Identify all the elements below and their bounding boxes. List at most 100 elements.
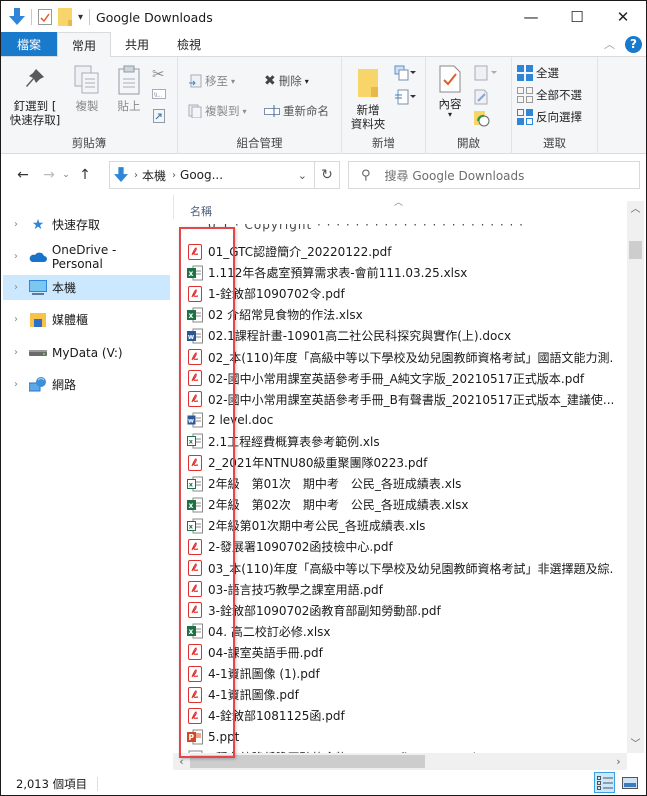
file-row[interactable]: 4-1資訊圖像.pdf	[187, 684, 299, 705]
nav-item-mydata-drive[interactable]: › MyData (V:)	[3, 340, 170, 365]
status-bar: 2,013 個項目	[1, 772, 646, 795]
breadcrumb-separator-icon: ›	[134, 169, 138, 181]
new-folder-button[interactable]: 新增 資料夾	[348, 69, 388, 131]
up-arrow-icon[interactable]: ↑	[75, 167, 95, 183]
history-icon[interactable]	[474, 111, 490, 127]
pdf-file-icon	[187, 538, 203, 555]
new-item-icon[interactable]	[394, 65, 416, 81]
easy-access-icon[interactable]	[394, 89, 416, 105]
file-row[interactable]: 2-發展署1090702函技檢中心.pdf	[187, 536, 393, 557]
file-row[interactable]: x 2年級第01次期中考公民_各班成績表.xls	[187, 515, 425, 536]
large-icons-view-button[interactable]	[619, 772, 640, 793]
paste-button[interactable]: 貼上	[111, 65, 147, 113]
back-arrow-icon[interactable]: ←	[13, 167, 33, 183]
tab-view[interactable]: 檢視	[163, 32, 215, 56]
file-row[interactable]: 4-銓敘部1081125函.pdf	[187, 705, 345, 726]
scroll-up-icon[interactable]: ︿	[627, 201, 644, 218]
download-arrow-icon[interactable]	[9, 8, 25, 26]
file-row[interactable]: 02_本(110)年度「高級中等以下學校及幼兒園教師資格考試」國語文能力測...	[187, 347, 613, 368]
vertical-scroll-thumb[interactable]	[629, 241, 642, 259]
scroll-right-icon[interactable]: ›	[610, 753, 627, 770]
file-row[interactable]: w 2 level.doc	[187, 410, 273, 431]
file-row[interactable]: 01_GTC認證簡介_20220122.pdf	[187, 241, 392, 262]
file-row[interactable]: x 02 介紹常見食物的作法.xlsx	[187, 304, 363, 325]
pdf-file-icon	[187, 665, 203, 682]
edit-icon[interactable]	[474, 89, 488, 105]
select-all-button[interactable]: 全選	[517, 65, 559, 81]
move-to-button[interactable]: 移至 ▾	[188, 73, 235, 89]
breadcrumb-google-downloads[interactable]: Goog...	[180, 168, 223, 182]
nav-item-quick-access[interactable]: › ★ 快速存取	[3, 212, 170, 237]
nav-item-this-pc[interactable]: › 本機	[3, 275, 170, 300]
new-folder-icon[interactable]	[58, 8, 72, 26]
properties-button[interactable]: 內容 ▾	[434, 65, 466, 119]
scroll-down-icon[interactable]: ﹀	[627, 736, 644, 753]
file-row[interactable]: 4-1資訊圖像 (1).pdf	[187, 663, 320, 684]
refresh-icon[interactable]: ↻	[314, 162, 339, 188]
file-row[interactable]: 03_本(110)年度「高級中等以下學校及幼兒園教師資格考試」非選擇題及綜...	[187, 558, 613, 579]
file-row[interactable]: 02-國中小常用課室英語參考手冊_B有聲書版_20210517正式版本_建議使.…	[187, 389, 613, 410]
details-view-button[interactable]	[594, 772, 615, 793]
file-row[interactable]: 03-語言技巧教學之課室用語.pdf	[187, 579, 383, 600]
select-none-button[interactable]: 全部不選	[517, 87, 582, 103]
expand-chevron-icon[interactable]: ›	[7, 251, 25, 262]
partial-file-row[interactable]: 0 1 · Copyright · · · · · · · · · · · · …	[187, 224, 524, 232]
select-all-icon	[517, 65, 533, 81]
help-icon[interactable]: ?	[625, 35, 642, 53]
copy-to-button[interactable]: 複製到 ▾	[188, 103, 247, 119]
copy-button[interactable]: 複製	[69, 65, 105, 113]
scroll-left-icon[interactable]: ‹	[173, 753, 190, 770]
horizontal-scroll-thumb[interactable]	[190, 755, 425, 768]
file-row[interactable]: 1-銓敘部1090702令.pdf	[187, 283, 345, 304]
vertical-scrollbar[interactable]: ︿ ﹀	[627, 201, 644, 753]
expand-chevron-icon[interactable]: ›	[7, 379, 25, 390]
breadcrumb-this-pc[interactable]: 本機	[142, 167, 166, 184]
file-row[interactable]: 04-課室英語手冊.pdf	[187, 642, 323, 663]
minimize-button[interactable]: —	[508, 1, 554, 33]
delete-button[interactable]: ✖ 刪除 ▾	[264, 73, 309, 89]
tab-share[interactable]: 共用	[111, 32, 163, 56]
file-row[interactable]: P 5.ppt	[187, 726, 239, 747]
nav-item-network[interactable]: › 網路	[3, 372, 170, 397]
chevron-down-icon: ▾	[304, 76, 309, 86]
pin-to-quick-access-button[interactable]: 釘選到 [ 快速存取]	[7, 67, 63, 127]
file-row[interactable]: 3-銓敘部1090702函教育部副知勞動部.pdf	[187, 600, 441, 621]
recent-locations-icon[interactable]: ⌄	[59, 170, 73, 180]
invert-selection-button[interactable]: 反向選擇	[517, 109, 582, 125]
address-bar[interactable]: › 本機 › Goog... ⌄ ↻	[109, 161, 340, 189]
file-row[interactable]: w 02.1課程計畫-10901高二社公民科探究與實作(上).docx	[187, 325, 511, 346]
tab-file[interactable]: 檔案	[1, 32, 57, 56]
file-row[interactable]: x 04. 高二校訂必修.xlsx	[187, 621, 331, 642]
rename-button[interactable]: 重新命名	[264, 103, 329, 119]
copy-path-icon[interactable]: \\...	[152, 89, 166, 99]
tab-home[interactable]: 常用	[57, 32, 112, 57]
collapse-ribbon-icon[interactable]: ︿	[604, 36, 615, 52]
paste-shortcut-icon[interactable]	[153, 109, 165, 123]
nav-item-onedrive[interactable]: › OneDrive - Personal	[3, 243, 170, 271]
pdf-file-icon	[187, 285, 203, 302]
new-folder-line1: 新增	[356, 103, 380, 117]
file-row[interactable]: x 2年級 第01次 期中考 公民_各班成績表.xls	[187, 473, 461, 494]
properties-check-icon[interactable]	[38, 9, 52, 25]
file-row[interactable]: 02-國中小常用課室英語參考手冊_A純文字版_20210517正式版本.pdf	[187, 368, 584, 389]
expand-chevron-icon[interactable]: ›	[7, 282, 25, 293]
expand-chevron-icon[interactable]: ›	[7, 314, 25, 325]
cut-icon[interactable]: ✂	[152, 65, 165, 83]
expand-chevron-icon[interactable]: ›	[7, 347, 25, 358]
forward-arrow-icon[interactable]: →	[39, 167, 59, 183]
open-icon[interactable]	[474, 65, 498, 81]
file-row[interactable]: x 2年級 第02次 期中考 公民_各班成績表.xlsx	[187, 494, 469, 515]
expand-chevron-icon[interactable]: ›	[7, 219, 25, 230]
nav-item-libraries[interactable]: › 媒體櫃	[3, 307, 170, 332]
file-name: 0 1 · Copyright · · · · · · · · · · · · …	[208, 224, 524, 232]
file-row[interactable]: x 1.112年各處室預算需求表-會前111.03.25.xlsx	[187, 262, 467, 283]
address-dropdown-icon[interactable]: ⌄	[298, 169, 307, 182]
file-row[interactable]: x 2.1工程經費概算表參考範例.xls	[187, 431, 380, 452]
maximize-button[interactable]: ☐	[554, 1, 600, 33]
open-group-label: 開啟	[457, 136, 480, 150]
file-row[interactable]: 2_2021年NTNU80級重聚團隊0223.pdf	[187, 452, 427, 473]
close-button[interactable]: ✕	[600, 1, 646, 33]
horizontal-scrollbar[interactable]: ‹ ›	[173, 753, 627, 770]
customize-toolbar-icon[interactable]: ▾	[78, 12, 83, 23]
search-input[interactable]: ⚲ 搜尋 Google Downloads	[348, 161, 640, 189]
